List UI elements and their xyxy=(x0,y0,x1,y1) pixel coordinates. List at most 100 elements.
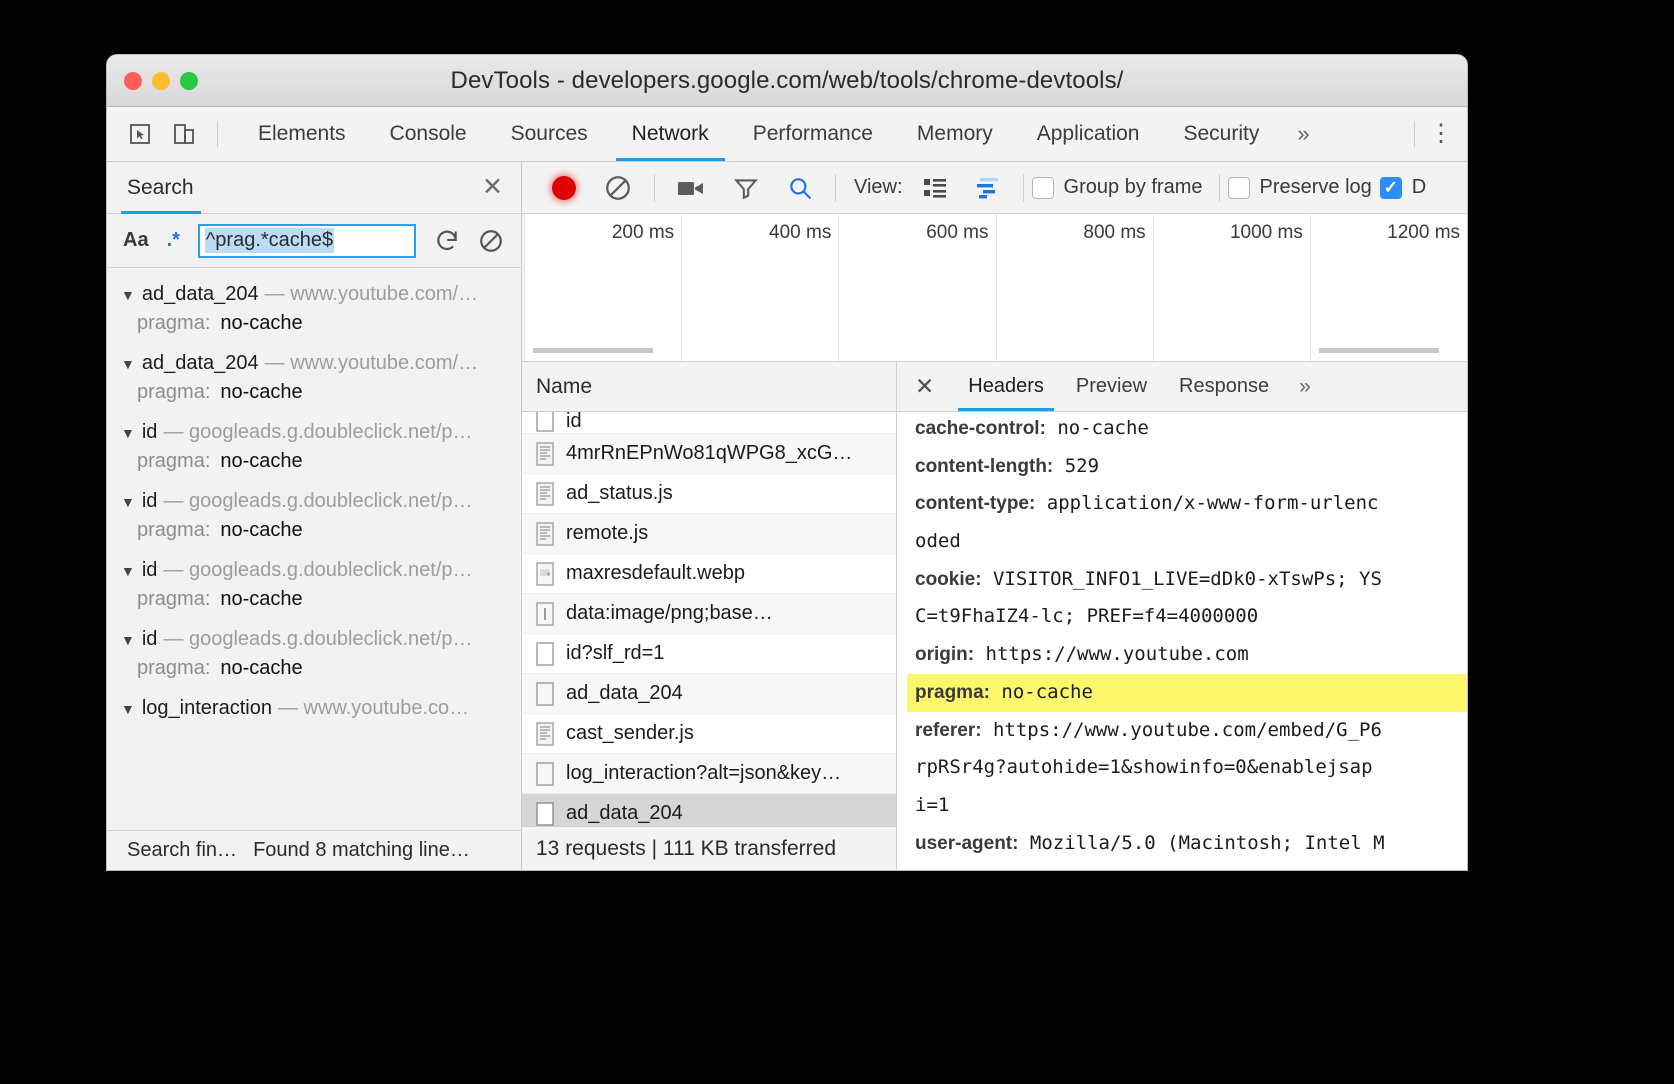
table-row[interactable]: data:image/png;base… xyxy=(522,594,896,634)
clear-icon[interactable] xyxy=(478,228,504,254)
list-view-icon[interactable] xyxy=(909,177,961,199)
search-result-group[interactable]: ▼ id — googleads.g.doubleclick.net/p… pr… xyxy=(107,621,521,690)
search-result-group[interactable]: ▼ ad_data_204 — www.youtube.com/… pragma… xyxy=(107,276,521,345)
search-result-group[interactable]: ▼ id — googleads.g.doubleclick.net/p… pr… xyxy=(107,483,521,552)
result-value: no-cache xyxy=(220,588,302,610)
search-result-group[interactable]: ▼ log_interaction — www.youtube.co… xyxy=(107,690,521,722)
regex-toggle[interactable]: .* xyxy=(167,229,180,252)
chevron-down-icon[interactable]: ▼ xyxy=(121,632,135,648)
match-case-toggle[interactable]: Aa xyxy=(123,229,149,252)
header-row-continuation: C=t9FhaIZ4-lc; PREF=f4=4000000 xyxy=(907,598,1467,636)
search-result-file[interactable]: ▼ id — googleads.g.doubleclick.net/p… xyxy=(121,483,521,515)
header-row-continuation: rpRSr4g?autohide=1&showinfo=0&enablejsap xyxy=(907,749,1467,787)
capture-screenshots-icon[interactable] xyxy=(663,178,719,198)
search-result-line[interactable]: pragma:no-cache xyxy=(121,515,521,552)
request-rows[interactable]: id 4mrRnEPnWo81qWPG8 xyxy=(522,412,896,826)
table-row[interactable]: maxresdefault.webp xyxy=(522,554,896,594)
search-result-line[interactable]: pragma:no-cache xyxy=(121,308,521,345)
header-value: application/x-www-form-urlenc xyxy=(1035,492,1378,514)
search-result-file[interactable]: ▼ id — googleads.g.doubleclick.net/p… xyxy=(121,621,521,653)
tab-headers[interactable]: Headers xyxy=(952,362,1060,411)
tab-network[interactable]: Network xyxy=(610,107,731,161)
overview-tick-label: 1200 ms xyxy=(1387,222,1460,244)
chevron-down-icon[interactable]: ▼ xyxy=(121,563,135,579)
table-row[interactable]: ad_data_204 xyxy=(522,794,896,826)
result-file-name: id xyxy=(142,559,158,582)
search-results-list[interactable]: ▼ ad_data_204 — www.youtube.com/… pragma… xyxy=(107,268,521,870)
tab-performance[interactable]: Performance xyxy=(731,107,895,161)
table-row[interactable]: id xyxy=(522,412,896,434)
search-icon[interactable] xyxy=(773,175,827,201)
network-panel: View: xyxy=(522,162,1467,870)
search-result-file[interactable]: ▼ ad_data_204 — www.youtube.com/… xyxy=(121,345,521,377)
search-result-group[interactable]: ▼ ad_data_204 — www.youtube.com/… pragma… xyxy=(107,345,521,414)
clear-button[interactable] xyxy=(590,174,646,202)
overview-interval: 400 ms xyxy=(681,214,838,361)
header-value: no-cache xyxy=(1046,417,1149,439)
table-row[interactable]: ad_data_204 xyxy=(522,674,896,714)
chevron-down-icon[interactable]: ▼ xyxy=(121,287,135,303)
tab-sources[interactable]: Sources xyxy=(489,107,610,161)
search-result-line[interactable]: pragma:no-cache xyxy=(121,653,521,690)
disable-cache-checkbox[interactable] xyxy=(1380,177,1402,199)
toolbar-divider xyxy=(1023,174,1024,202)
headers-list[interactable]: cache-control: no-cache content-length: … xyxy=(897,412,1467,870)
table-row[interactable]: log_interaction?alt=json&key… xyxy=(522,754,896,794)
search-result-line[interactable]: pragma:no-cache xyxy=(121,446,521,483)
kebab-menu-icon[interactable]: ⋮ xyxy=(1429,122,1453,146)
tab-security[interactable]: Security xyxy=(1161,107,1281,161)
search-result-group[interactable]: ▼ id — googleads.g.doubleclick.net/p… pr… xyxy=(107,414,521,483)
filter-icon[interactable] xyxy=(719,175,773,201)
table-row[interactable]: remote.js xyxy=(522,514,896,554)
header-row: content-type: application/x-www-form-url… xyxy=(907,485,1467,523)
table-row[interactable]: cast_sender.js xyxy=(522,714,896,754)
chevron-down-icon[interactable]: ▼ xyxy=(121,425,135,441)
tab-memory[interactable]: Memory xyxy=(895,107,1015,161)
header-row: cache-control: no-cache xyxy=(907,412,1467,448)
table-row[interactable]: ad_status.js xyxy=(522,474,896,514)
tab-label: Console xyxy=(390,122,467,146)
request-list-header[interactable]: Name xyxy=(522,362,896,412)
chevron-down-icon[interactable]: ▼ xyxy=(121,701,135,717)
request-summary-text: 13 requests | 111 KB transferred xyxy=(536,837,836,861)
inspect-element-icon[interactable] xyxy=(125,119,155,149)
result-file-url: — www.youtube.co… xyxy=(278,697,469,720)
group-by-frame-checkbox[interactable] xyxy=(1032,177,1054,199)
chevron-down-icon[interactable]: ▼ xyxy=(121,356,135,372)
result-file-name: id xyxy=(142,421,158,444)
header-row: user-agent: Mozilla/5.0 (Macintosh; Inte… xyxy=(907,825,1467,863)
search-result-file[interactable]: ▼ ad_data_204 — www.youtube.com/… xyxy=(121,276,521,308)
header-row-continuation: oded xyxy=(907,523,1467,561)
search-result-line[interactable]: pragma:no-cache xyxy=(121,584,521,621)
close-icon[interactable]: ✕ xyxy=(482,175,503,200)
refresh-icon[interactable] xyxy=(434,228,460,254)
result-value: no-cache xyxy=(220,519,302,541)
request-list: Name id xyxy=(522,362,897,870)
search-result-file[interactable]: ▼ log_interaction — www.youtube.co… xyxy=(121,690,521,722)
toolbar-divider xyxy=(1414,121,1415,147)
search-result-file[interactable]: ▼ id — googleads.g.doubleclick.net/p… xyxy=(121,414,521,446)
tab-elements[interactable]: Elements xyxy=(236,107,368,161)
request-detail-panel: ✕ Headers Preview Response » cache-contr… xyxy=(897,362,1467,870)
search-result-group[interactable]: ▼ id — googleads.g.doubleclick.net/p… pr… xyxy=(107,552,521,621)
search-result-file[interactable]: ▼ id — googleads.g.doubleclick.net/p… xyxy=(121,552,521,584)
network-overview-timeline[interactable]: 200 ms 400 ms 600 ms 800 ms 1000 ms 1200… xyxy=(522,214,1467,362)
toolbar-divider xyxy=(835,174,836,202)
more-tabs-icon[interactable]: » xyxy=(1285,362,1325,411)
preserve-log-checkbox[interactable] xyxy=(1228,177,1250,199)
script-icon xyxy=(534,481,556,507)
search-input[interactable]: ^prag.*cache$ xyxy=(198,224,416,258)
search-result-line[interactable]: pragma:no-cache xyxy=(121,377,521,414)
table-row[interactable]: 4mrRnEPnWo81qWPG8_xcG… xyxy=(522,434,896,474)
tab-preview[interactable]: Preview xyxy=(1060,362,1163,411)
close-icon[interactable]: ✕ xyxy=(897,362,952,411)
chevron-down-icon[interactable]: ▼ xyxy=(121,494,135,510)
device-toolbar-icon[interactable] xyxy=(169,119,199,149)
more-tabs-icon[interactable]: » xyxy=(1281,107,1325,161)
tab-application[interactable]: Application xyxy=(1015,107,1162,161)
table-row[interactable]: id?slf_rd=1 xyxy=(522,634,896,674)
tab-console[interactable]: Console xyxy=(368,107,489,161)
record-button[interactable] xyxy=(538,176,590,200)
waterfall-view-icon[interactable] xyxy=(961,177,1015,199)
tab-response[interactable]: Response xyxy=(1163,362,1285,411)
